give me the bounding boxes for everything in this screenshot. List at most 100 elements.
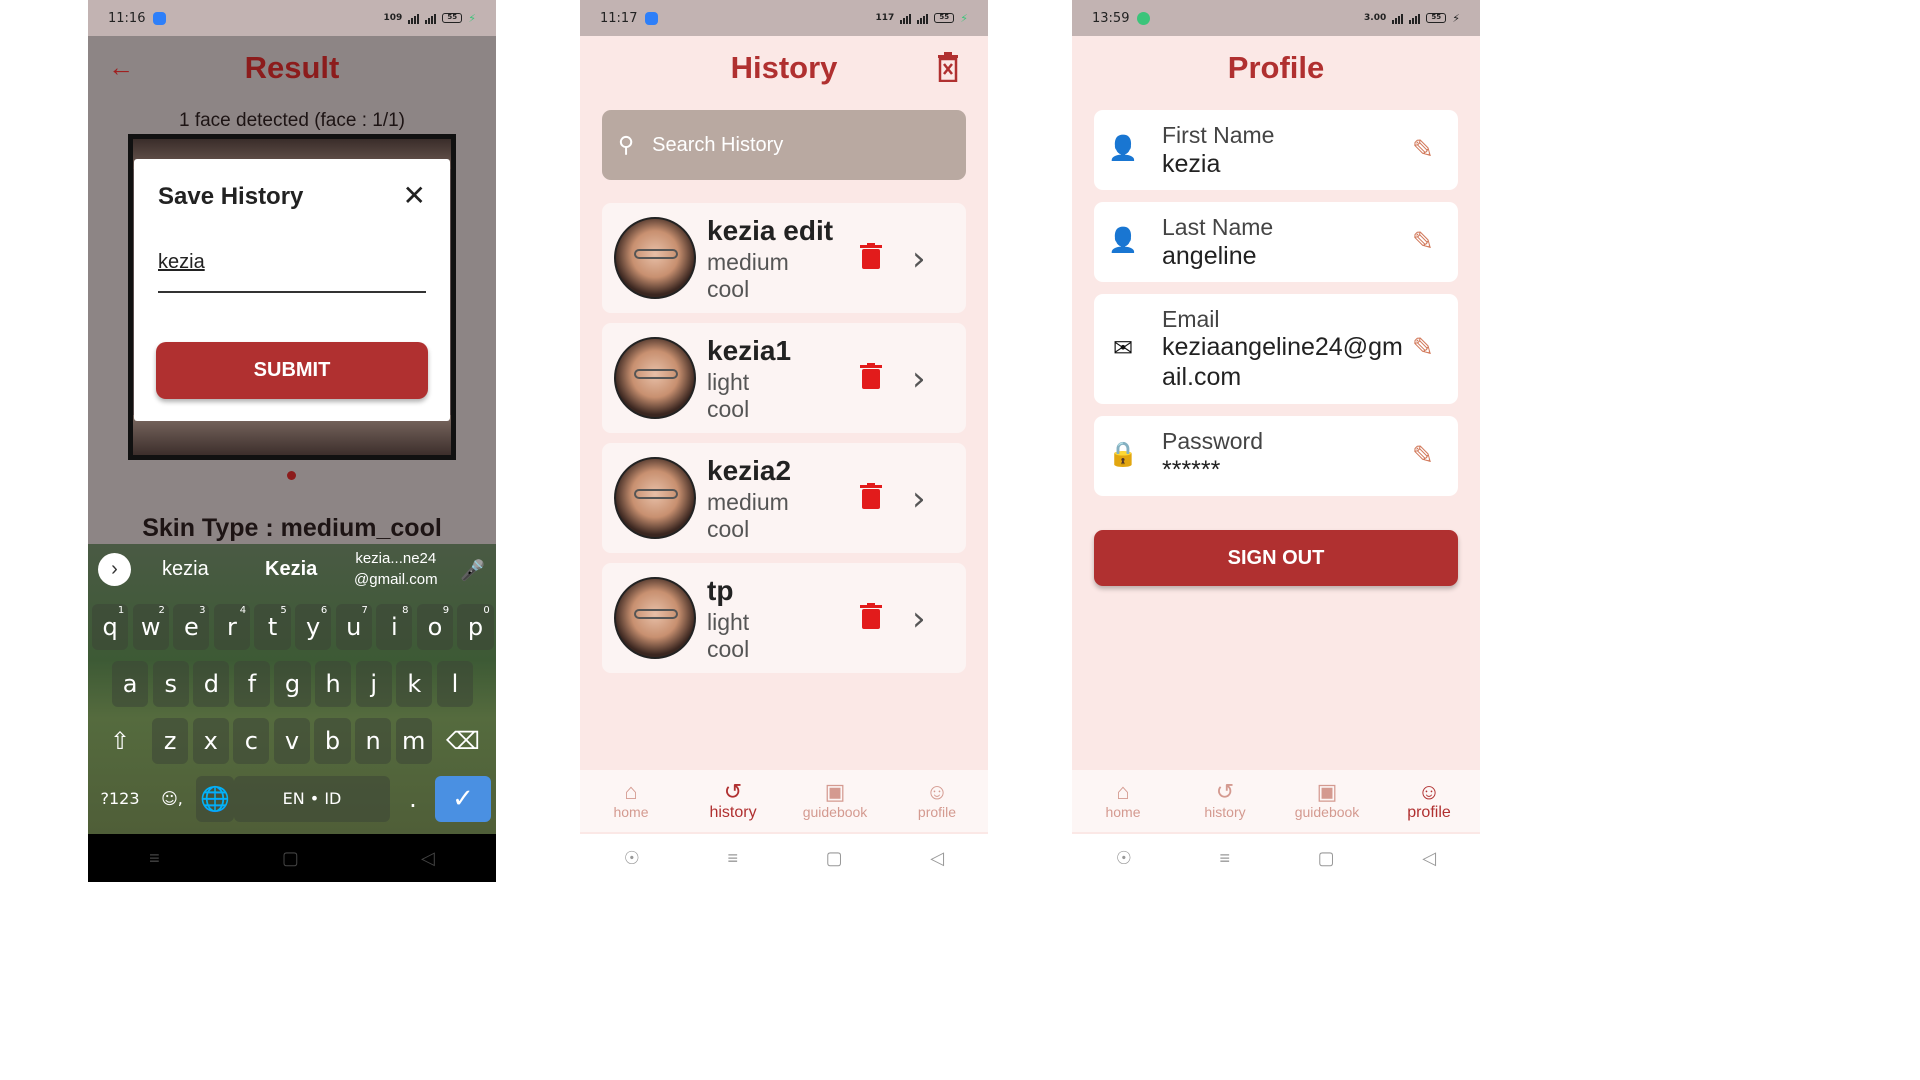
- key-p[interactable]: p0: [457, 604, 494, 650]
- suggestion-3[interactable]: kezia...ne24 @gmail.com: [354, 548, 438, 590]
- key-i[interactable]: i8: [376, 604, 413, 650]
- search-bar[interactable]: ⚲ Search History: [602, 110, 966, 180]
- history-card[interactable]: tp light cool ›: [602, 563, 966, 673]
- key-o[interactable]: o9: [416, 604, 454, 650]
- faces-detected-text: 1 face detected (face : 1/1): [178, 110, 406, 131]
- key-u[interactable]: u7: [335, 604, 372, 650]
- assistant-icon[interactable]: ☉: [624, 848, 640, 869]
- key-w[interactable]: w2: [132, 604, 169, 650]
- key-k[interactable]: k: [396, 661, 433, 707]
- key-s[interactable]: s: [152, 661, 189, 707]
- charging-icon: ⚡: [1452, 11, 1460, 25]
- chevron-right-icon[interactable]: ›: [912, 599, 926, 639]
- backspace-icon[interactable]: ⌫: [438, 718, 488, 764]
- back-nav-icon[interactable]: ◁: [421, 848, 435, 869]
- numbers-key[interactable]: ?123: [94, 776, 146, 822]
- network-speed: 3.00: [1364, 13, 1387, 23]
- field-value: ******: [1162, 456, 1221, 484]
- key-x[interactable]: x: [192, 718, 229, 764]
- tab-guidebook[interactable]: ▣ guidebook: [784, 770, 886, 832]
- key-q[interactable]: q1: [92, 604, 129, 650]
- recents-icon[interactable]: ≡: [149, 848, 160, 869]
- key-n[interactable]: n: [355, 718, 392, 764]
- key-g[interactable]: g: [274, 661, 311, 707]
- home-icon: ⌂: [624, 779, 638, 804]
- history-card[interactable]: kezia2 medium cool ›: [602, 443, 966, 553]
- expand-arrow-icon[interactable]: ›: [98, 553, 131, 586]
- sign-out-button[interactable]: SIGN OUT: [1094, 530, 1458, 586]
- status-icons: 109 55 ⚡: [383, 12, 476, 25]
- key-e[interactable]: e3: [173, 604, 210, 650]
- lock-icon: 🔒: [1108, 441, 1138, 468]
- chevron-right-icon[interactable]: ›: [912, 359, 926, 399]
- key-r[interactable]: r4: [213, 604, 251, 650]
- space-key[interactable]: EN • ID: [234, 776, 390, 822]
- home-nav-icon[interactable]: ▢: [826, 848, 843, 869]
- tab-label: home: [613, 804, 649, 820]
- delete-icon[interactable]: [860, 363, 884, 393]
- mic-icon[interactable]: 🎤: [460, 558, 485, 583]
- key-y[interactable]: y6: [295, 604, 332, 650]
- key-a[interactable]: a: [112, 661, 149, 707]
- tab-guidebook[interactable]: ▣ guidebook: [1276, 770, 1378, 832]
- suggestion-1[interactable]: kezia: [162, 558, 209, 581]
- shift-icon[interactable]: ⇧: [96, 718, 144, 764]
- recents-icon[interactable]: ≡: [728, 848, 739, 869]
- home-nav-icon[interactable]: ▢: [1318, 848, 1335, 869]
- history-card[interactable]: kezia1 light cool ›: [602, 323, 966, 433]
- emoji-comma-key[interactable]: ☺,: [152, 776, 192, 822]
- globe-icon[interactable]: 🌐: [196, 776, 234, 822]
- tab-profile[interactable]: ☺ profile: [886, 770, 988, 832]
- recents-icon[interactable]: ≡: [1220, 848, 1231, 869]
- tab-home[interactable]: ⌂ home: [1072, 770, 1174, 832]
- back-nav-icon[interactable]: ◁: [930, 848, 944, 869]
- key-j[interactable]: j: [355, 661, 392, 707]
- chevron-right-icon[interactable]: ›: [912, 239, 926, 279]
- home-nav-icon[interactable]: ▢: [282, 848, 299, 869]
- signal-icon: [408, 13, 420, 24]
- history-name-input[interactable]: kezia: [158, 251, 426, 293]
- status-bar: 13:59 3.00 55 ⚡: [1072, 0, 1480, 36]
- history-icon: ↺: [723, 779, 743, 804]
- history-card[interactable]: kezia edit medium cool ›: [602, 203, 966, 313]
- avatar: [614, 337, 696, 419]
- trash-icon[interactable]: [936, 52, 962, 83]
- pencil-icon[interactable]: ✎: [1412, 440, 1434, 471]
- key-m[interactable]: m: [395, 718, 432, 764]
- key-b[interactable]: b: [314, 718, 351, 764]
- key-v[interactable]: v: [273, 718, 311, 764]
- key-f[interactable]: f: [233, 661, 271, 707]
- avatar: [614, 217, 696, 299]
- search-input[interactable]: Search History: [652, 134, 783, 157]
- submit-button[interactable]: SUBMIT: [156, 342, 428, 399]
- key-c[interactable]: c: [233, 718, 270, 764]
- tab-history[interactable]: ↺ history: [1174, 770, 1276, 832]
- field-value: keziaangeline24@gm ail.com: [1162, 333, 1403, 391]
- key-h[interactable]: h: [315, 661, 352, 707]
- pencil-icon[interactable]: ✎: [1412, 134, 1434, 165]
- signal-icon: [900, 13, 912, 24]
- avatar: [614, 457, 696, 539]
- field-value: angeline: [1162, 242, 1257, 270]
- chevron-right-icon[interactable]: ›: [912, 479, 926, 519]
- tab-profile[interactable]: ☺ profile: [1378, 770, 1480, 832]
- period-key[interactable]: .: [394, 776, 432, 822]
- tab-home[interactable]: ⌂ home: [580, 770, 682, 832]
- key-l[interactable]: l: [436, 661, 474, 707]
- delete-icon[interactable]: [860, 243, 884, 273]
- assistant-icon[interactable]: ☉: [1116, 848, 1132, 869]
- key-d[interactable]: d: [193, 661, 230, 707]
- close-icon[interactable]: ✕: [403, 181, 426, 211]
- key-t[interactable]: t5: [254, 604, 291, 650]
- pencil-icon[interactable]: ✎: [1412, 226, 1434, 257]
- delete-icon[interactable]: [860, 483, 884, 513]
- key-z[interactable]: z: [152, 718, 189, 764]
- delete-icon[interactable]: [860, 603, 884, 633]
- check-icon[interactable]: ✓: [435, 776, 491, 822]
- tab-history[interactable]: ↺ history: [682, 770, 784, 832]
- suggestion-2[interactable]: Kezia: [265, 558, 317, 581]
- back-nav-icon[interactable]: ◁: [1422, 848, 1436, 869]
- pencil-icon[interactable]: ✎: [1412, 332, 1434, 363]
- status-icons: 117 55 ⚡: [875, 12, 968, 25]
- history-name: kezia1: [707, 335, 792, 366]
